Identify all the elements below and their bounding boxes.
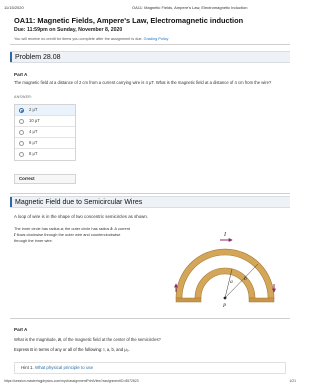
- option-label: 6 μT: [29, 140, 38, 145]
- problem-description: The inner circle has radius a; the outer…: [14, 226, 130, 244]
- print-date: 11/15/2020: [4, 5, 24, 10]
- page-number: 1/21: [289, 379, 296, 383]
- problem-intro: A loop of wire is in the shape of two co…: [14, 214, 148, 219]
- assignment-title: OA11: Magnetic Fields, Ampere's Law, Ele…: [14, 16, 244, 25]
- grading-policy-link[interactable]: Grading Policy: [144, 37, 169, 41]
- center-point-P: [223, 296, 227, 300]
- problem-title: Magnetic Field due to Semicircular Wires: [10, 196, 290, 208]
- page-url: https://session.masteringphysics.com/myc…: [4, 379, 139, 383]
- option-item[interactable]: 10 μT: [15, 116, 75, 127]
- hint-number: Hint 1.: [21, 365, 34, 370]
- question-text: What is the magnitude, B, of the magneti…: [14, 337, 286, 342]
- option-item[interactable]: 4 μT: [15, 127, 75, 138]
- divider: [10, 193, 290, 194]
- divider: [10, 318, 290, 319]
- express-instruction: Express B in terms of any or all of the …: [14, 347, 130, 352]
- semicircle-loop-figure: I b a P: [174, 232, 276, 309]
- print-title: OA11: Magnetic Fields, Ampere's Law, Ele…: [132, 5, 248, 10]
- question-text-part: What is the magnitude,: [14, 337, 58, 342]
- answer-label: ANSWER:: [14, 95, 33, 99]
- result-status: Correct: [14, 174, 76, 184]
- option-label: 10 μT: [29, 118, 40, 123]
- part-a-label: Part A: [14, 327, 28, 332]
- part-a-label: Part A: [14, 72, 28, 77]
- option-item[interactable]: 8 μT: [15, 149, 75, 160]
- radio-icon[interactable]: [19, 141, 24, 146]
- due-date: Due: 11:59pm on Sunday, November 8, 2020: [14, 27, 123, 33]
- hint-title-link[interactable]: What physical principle to use: [35, 365, 93, 370]
- label-b: b: [244, 276, 247, 282]
- option-label: 2 μT: [29, 107, 38, 112]
- divider: [10, 44, 290, 45]
- desc-text: ; the outer circle has radius: [62, 226, 111, 231]
- problem-title: Problem 28.08: [10, 51, 290, 63]
- hint-item[interactable]: Hint 1. What physical principle to use: [14, 362, 286, 374]
- right-connector: [248, 297, 275, 303]
- answer-options: 2 μT 10 μT 4 μT 6 μT 8 μT: [14, 104, 76, 161]
- option-item[interactable]: 2 μT: [15, 105, 75, 116]
- label-a: a: [230, 279, 233, 285]
- question-text: The magnetic field at a distance of 2 cm…: [14, 80, 272, 85]
- radio-icon[interactable]: [19, 119, 24, 124]
- print-footer: https://session.masteringphysics.com/myc…: [4, 379, 296, 385]
- option-label: 8 μT: [29, 151, 38, 156]
- left-connector: [175, 297, 202, 303]
- inner-semicircle-wire: [194, 267, 256, 299]
- grading-note-text: You will receive no credit for items you…: [14, 37, 143, 41]
- desc-text: flows clockwise through the outer wire a…: [14, 232, 121, 244]
- desc-text: The inner circle has radius: [14, 226, 61, 231]
- option-item[interactable]: 6 μT: [15, 138, 75, 149]
- radio-icon[interactable]: [19, 130, 24, 135]
- label-I: I: [223, 232, 227, 238]
- desc-text: . A current: [112, 226, 130, 231]
- question-text-part: , of the magnetic field at the center of…: [60, 337, 161, 342]
- grading-note: You will receive no credit for items you…: [14, 37, 168, 41]
- print-header: 11/15/2020 OA11: Magnetic Fields, Ampere…: [4, 5, 296, 13]
- option-label: 4 μT: [29, 129, 38, 134]
- radio-icon[interactable]: [19, 152, 24, 157]
- radio-selected-icon[interactable]: [19, 108, 24, 113]
- label-P: P: [222, 304, 226, 309]
